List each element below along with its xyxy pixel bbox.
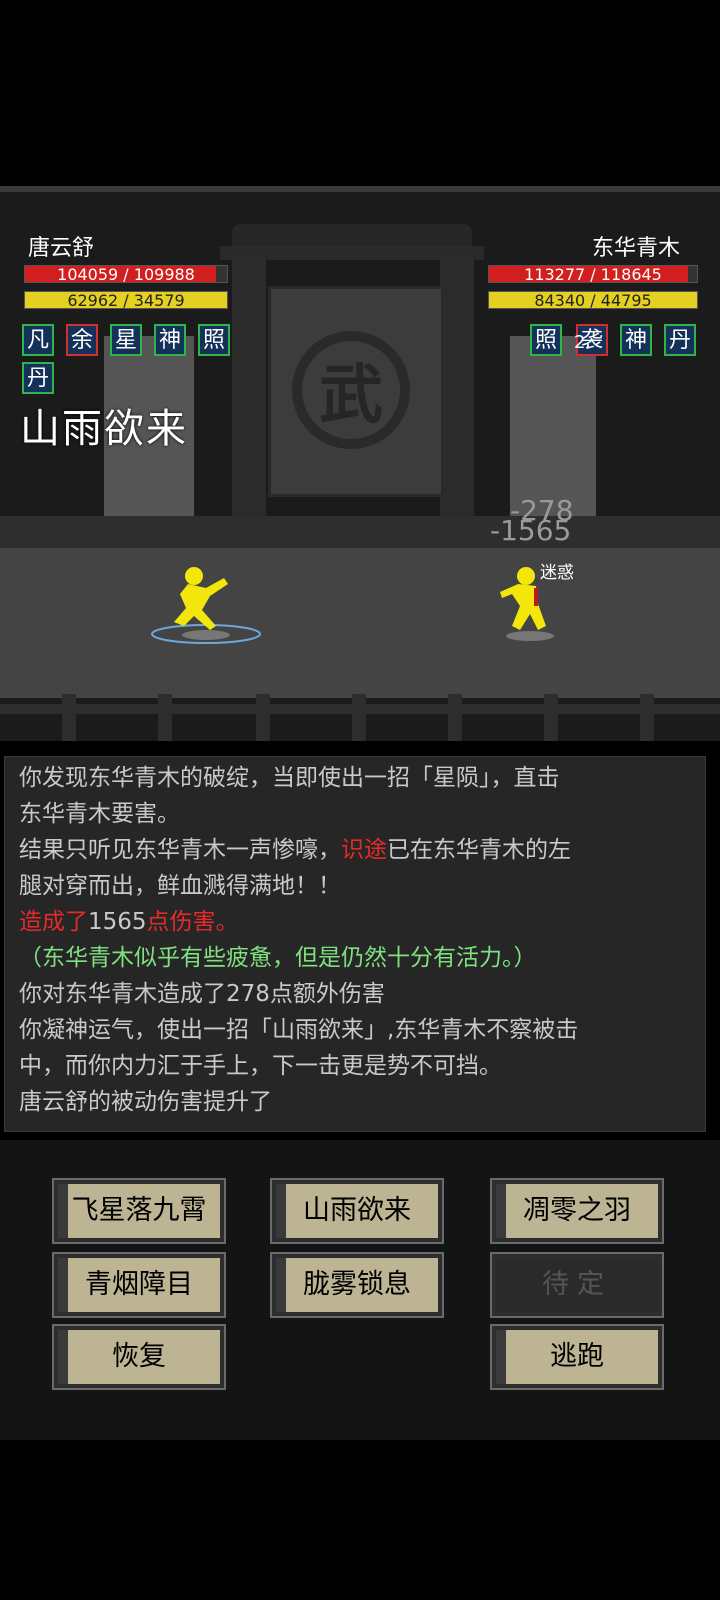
action-panel: 飞星落九霄 山雨欲来 凋零之羽 青烟障目 胧雾锁息 待定 恢复 逃跑 [0,1140,720,1440]
log-text-segment: 东华青木要害。 [19,801,180,827]
log-text-segment: （东华青木似乎有些疲惫，但是仍然十分有活力。） [19,945,537,971]
fence-post [352,694,366,741]
player-buff-zhao[interactable]: 照 [198,324,230,356]
skill-button-feixing[interactable]: 飞星落九霄 [52,1178,226,1244]
skill-button-label: 山雨欲来 [303,1195,411,1226]
log-text-segment: 识途 [341,837,387,863]
enemy-mp-text: 84340 / 44795 [534,291,652,310]
player-hp-bar: 104059 / 109988 [24,265,228,284]
skill-banner: 山雨欲来 [20,406,188,452]
flee-button[interactable]: 逃跑 [490,1324,664,1390]
enemy-buff-zhao[interactable]: 照 [530,324,562,356]
arena-border [0,186,720,192]
player-name: 唐云舒 [28,236,95,261]
player-buff-yu[interactable]: 余 [66,324,98,356]
log-text-segment: 结果只听见东华青木一声惨嚎， [19,837,341,863]
log-text-segment: 唐云舒的被动伤害提升了 [19,1089,272,1115]
log-text-segment: 腿对穿而出，鲜血溅得满地！！ [19,873,341,899]
log-line: 你对东华青木造成了278点额外伤害 [19,979,699,1009]
log-text-segment: 点伤害。 [146,909,239,935]
skill-button-qingyan[interactable]: 青烟障目 [52,1252,226,1318]
enemy-hp-text: 113277 / 118645 [524,265,662,284]
enemy-buff-dan[interactable]: 丹 [664,324,696,356]
player-buff-shen[interactable]: 神 [154,324,186,356]
skill-button-shanyu[interactable]: 山雨欲来 [270,1178,444,1244]
skill-button-label: 飞星落九霄 [71,1195,207,1226]
log-line: 你发现东华青木的破绽，当即使出一招「星陨」，直击 [19,763,699,793]
recover-button-label: 恢复 [112,1341,166,1372]
battle-log[interactable]: 你发现东华青木的破绽，当即使出一招「星陨」，直击 东华青木要害。结果只听见东华青木… [4,756,706,1132]
log-text-segment: 你凝神运气，使出一招「山雨欲来」,东华青木不察被击 [19,1017,579,1043]
fence-post [256,694,270,741]
player-buff-dan[interactable]: 丹 [22,362,54,394]
player-shadow [182,630,230,640]
enemy-hp-bar: 113277 / 118645 [488,265,698,284]
flee-button-label: 逃跑 [550,1341,604,1372]
log-line: 腿对穿而出，鲜血溅得满地！！ [19,871,699,901]
enemy-name: 东华青木 [591,236,680,261]
player-buff-fan[interactable]: 凡 [22,324,54,356]
fence-post [158,694,172,741]
enemy-red-sash [534,588,538,606]
player-mp-bar: 62962 / 34579 [24,291,228,310]
recover-button[interactable]: 恢复 [52,1324,226,1390]
battle-arena: 武 唐云舒 104059 / 109988 62962 / 34579 凡 余 … [0,186,720,741]
skill-button-label: 胧雾锁息 [303,1269,411,1300]
log-line: 唐云舒的被动伤害提升了 [19,1087,699,1117]
log-line: 中，而你内力汇于手上，下一击更是势不可挡。 [19,1051,699,1081]
player-hp-text: 104059 / 109988 [57,265,195,284]
banner-right [510,336,596,516]
player-figure-icon [174,567,228,630]
log-text-segment: 你发现东华青木的破绽，当即使出一招「星陨」，直击 [19,765,560,791]
enemy-fighter [500,567,554,641]
fence-post [544,694,558,741]
log-line: 东华青木要害。 [19,799,699,829]
skill-button-label: 凋零之羽 [523,1195,631,1226]
skill-button-label: 青烟障目 [85,1269,193,1300]
enemy-buff-shen[interactable]: 神 [620,324,652,356]
fence-post [448,694,462,741]
skill-button-diaoling[interactable]: 凋零之羽 [490,1178,664,1244]
log-text-segment: 中，而你内力汇于手上，下一击更是势不可挡。 [19,1053,502,1079]
enemy-figure-icon [500,567,546,630]
log-line: 你凝神运气，使出一招「山雨欲来」,东华青木不察被击 [19,1015,699,1045]
enemy-shadow [506,631,554,641]
fence-post [640,694,654,741]
damage-float-main: -1565 [490,514,572,547]
player-buff-xing[interactable]: 星 [110,324,142,356]
log-text-segment: 造成了 [19,909,88,935]
log-line: 造成了1565点伤害。 [19,907,699,937]
log-line: （东华青木似乎有些疲惫，但是仍然十分有活力。） [19,943,699,973]
arena-ground [0,548,720,698]
player-mp-text: 62962 / 34579 [67,291,185,310]
skill-button-pending: 待定 [490,1252,664,1318]
gate-pillar-left [232,258,266,528]
log-line: 结果只听见东华青木一声惨嚎，识途已在东华青木的左 [19,835,699,865]
log-text-segment: 1565 [88,909,147,935]
log-text-segment: 你对东华青木造成了278点额外伤害 [19,981,385,1007]
wu-emblem: 武 [292,331,410,449]
log-text-segment: 已在东华青木的左 [387,837,571,863]
skill-button-label: 待定 [542,1269,612,1300]
gate-pillar-right [440,258,474,528]
fence-post [62,694,76,741]
enemy-buff-stack: 2 [574,332,586,353]
enemy-mp-bar: 84340 / 44795 [488,291,698,310]
player-fighter [151,567,261,644]
skill-button-longwu[interactable]: 胧雾锁息 [270,1252,444,1318]
